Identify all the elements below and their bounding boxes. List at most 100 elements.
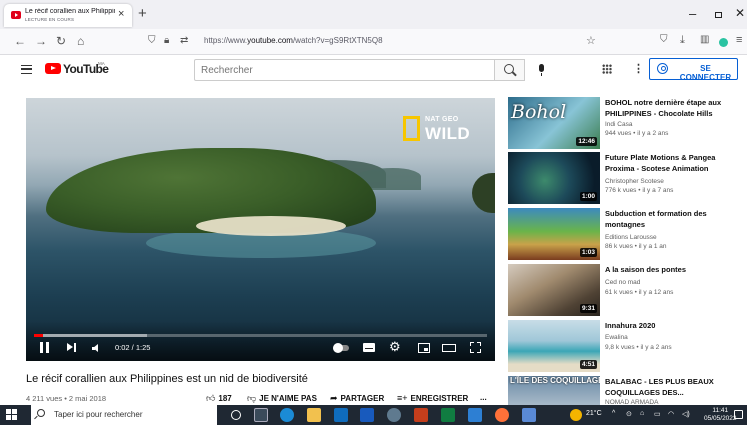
tray-apps-icon[interactable]: ⊙ xyxy=(626,410,632,418)
video-player[interactable]: NAT GEO WILD 0:02 / 1:25 ⚙ xyxy=(26,98,495,361)
recommendation-thumbnail[interactable]: 1:00 xyxy=(508,152,600,204)
bookmark-star-icon[interactable]: ☆ xyxy=(586,34,596,47)
tray-volume-icon[interactable]: ◁) xyxy=(682,410,690,418)
address-bar[interactable]: ⛉ 🔒︎ ⇄ https://www.youtube.com/watch?v=g… xyxy=(144,32,606,52)
hamburger-menu-icon[interactable] xyxy=(21,65,32,74)
recommendation-title[interactable]: Innahura 2020 xyxy=(605,320,740,331)
search-button[interactable] xyxy=(495,59,525,81)
taskbar-clock[interactable]: 11:41 05/05/2022 xyxy=(704,407,737,423)
powerpoint-icon[interactable] xyxy=(414,408,428,422)
recommendation-channel[interactable]: Christopher Scotese xyxy=(605,178,664,185)
theater-mode-icon[interactable] xyxy=(442,344,456,352)
weather-sun-icon[interactable] xyxy=(570,409,582,421)
weather-temperature[interactable]: 21°C xyxy=(586,410,602,417)
taskbar-search-box[interactable]: Taper ici pour rechercher xyxy=(31,405,217,425)
app-icon[interactable] xyxy=(468,408,482,422)
forward-arrow-icon[interactable]: → xyxy=(35,34,47,48)
excel-icon[interactable] xyxy=(441,408,455,422)
duration-badge: 4:51 xyxy=(579,360,597,369)
recommendation-title[interactable]: Subduction et formation des montagnes xyxy=(605,208,740,230)
recommendation-channel[interactable]: Indi Casa xyxy=(605,121,632,128)
permissions-icon[interactable]: ⇄ xyxy=(180,35,188,46)
tray-arrow-icon[interactable]: ^ xyxy=(612,410,615,417)
save-button[interactable]: ≡+ ENREGISTRER xyxy=(397,393,468,403)
recommendation-item[interactable]: Bohol 12:46 BOHOL notre dernière étape a… xyxy=(508,97,738,154)
progress-bar[interactable] xyxy=(34,334,487,337)
tray-battery-icon[interactable]: ▭ xyxy=(654,410,661,418)
subtitles-icon[interactable] xyxy=(363,343,375,352)
time-display: 0:02 / 1:25 xyxy=(115,343,151,352)
like-button[interactable]: 👍︎ 187 xyxy=(206,393,232,404)
recommendation-thumbnail[interactable]: 9:31 xyxy=(508,264,600,316)
new-tab-button[interactable]: + xyxy=(138,5,147,22)
windows-start-icon[interactable] xyxy=(6,409,18,421)
recommendation-thumbnail[interactable]: 1:03 xyxy=(508,208,600,260)
recommendation-item[interactable]: 1:00 Future Plate Motions & Pangea Proxi… xyxy=(508,152,738,209)
cortana-icon[interactable] xyxy=(231,410,241,420)
sign-in-button[interactable]: SE CONNECTER xyxy=(649,58,738,82)
extension-icon[interactable] xyxy=(719,38,728,47)
home-icon[interactable]: ⌂ xyxy=(77,34,84,48)
youtube-header: YouTube MA ⋮ SE CONNECTER xyxy=(0,55,747,85)
microphone-icon[interactable] xyxy=(539,64,544,76)
browser-tab-strip: Le récif corallien aux Philippines LECTU… xyxy=(0,0,747,29)
app-menu-icon[interactable]: ≡ xyxy=(736,34,742,46)
share-button[interactable]: ➦ PARTAGER xyxy=(330,393,384,404)
thumbs-down-icon: 👎︎ xyxy=(247,393,257,403)
recommendation-thumbnail[interactable]: Bohol 12:46 xyxy=(508,97,600,149)
photos-icon[interactable] xyxy=(522,408,536,422)
mail-icon[interactable] xyxy=(334,408,348,422)
file-explorer-icon[interactable] xyxy=(307,408,321,422)
tab-close-icon[interactable]: × xyxy=(118,8,124,20)
recommendation-title[interactable]: Future Plate Motions & Pangea Proxima - … xyxy=(605,152,740,174)
thumbnail-caption: L'ÎLE DES COQUILLAGES xyxy=(510,376,600,385)
search-input[interactable] xyxy=(195,60,485,80)
channel-watermark-line2: WILD xyxy=(425,124,471,143)
window-maximize-button[interactable] xyxy=(715,12,722,18)
back-arrow-icon[interactable]: ← xyxy=(14,34,26,48)
notification-icon[interactable] xyxy=(734,410,743,419)
next-video-icon[interactable] xyxy=(67,343,76,352)
recommendation-views: 61 k vues • il y a 12 ans xyxy=(605,289,674,296)
share-arrow-icon: ➦ xyxy=(330,393,338,403)
task-view-icon[interactable] xyxy=(254,408,268,422)
pocket-icon[interactable]: ⛉ xyxy=(660,34,668,45)
more-options-icon[interactable]: ⋮ xyxy=(633,62,644,75)
recommendation-channel[interactable]: Ewalina xyxy=(605,334,628,341)
recommendation-title[interactable]: BOHOL notre dernière étape aux PHILIPPIN… xyxy=(605,97,740,119)
download-icon[interactable]: ⤓ xyxy=(680,34,685,47)
media-app-icon[interactable] xyxy=(387,408,401,422)
recommendation-channel[interactable]: Editions Larousse xyxy=(605,234,657,241)
shield-icon[interactable]: ⛉ xyxy=(148,35,156,46)
youtube-logo-icon[interactable] xyxy=(45,63,61,74)
edge-browser-icon[interactable] xyxy=(280,408,294,422)
miniplayer-icon[interactable] xyxy=(418,343,430,353)
recommendation-item[interactable]: 9:31 A la saison des pontes Ced no mad 6… xyxy=(508,264,738,321)
pause-icon[interactable] xyxy=(40,342,49,353)
volume-icon[interactable] xyxy=(92,344,100,352)
recommendation-title[interactable]: A la saison des pontes xyxy=(605,264,740,275)
fullscreen-icon[interactable] xyxy=(470,342,481,353)
firefox-icon[interactable] xyxy=(495,408,509,422)
recommendation-title[interactable]: BALABAC - LES PLUS BEAUX COQUILLAGES DES… xyxy=(605,376,740,398)
settings-gear-icon[interactable]: ⚙ xyxy=(389,340,401,353)
window-close-button[interactable]: ✕ xyxy=(735,6,745,20)
autoplay-toggle-icon[interactable] xyxy=(333,343,349,353)
url-text[interactable]: https://www.youtube.com/watch?v=gS9RtXTN… xyxy=(204,36,383,45)
library-icon[interactable]: ▥ xyxy=(700,34,709,45)
word-icon[interactable] xyxy=(360,408,374,422)
more-actions-button[interactable]: ... xyxy=(480,393,487,402)
dislike-button[interactable]: 👎︎ JE N'AIME PAS xyxy=(247,393,317,404)
tray-wifi-icon[interactable]: ◠ xyxy=(668,410,674,418)
recommendation-channel[interactable]: Ced no mad xyxy=(605,279,640,286)
reload-icon[interactable]: ↻ xyxy=(56,34,66,48)
apps-grid-icon[interactable] xyxy=(602,64,612,74)
nat-geo-logo-icon xyxy=(403,116,420,141)
lock-icon[interactable]: 🔒︎ xyxy=(164,35,169,46)
tray-network-icon[interactable]: ⌂ xyxy=(640,410,644,417)
browser-tab[interactable]: Le récif corallien aux Philippines LECTU… xyxy=(4,4,132,27)
recommendation-item[interactable]: 1:03 Subduction et formation des montagn… xyxy=(508,208,738,265)
recommendation-item[interactable]: 4:51 Innahura 2020 Ewalina 9,8 k vues • … xyxy=(508,320,738,377)
window-minimize-button[interactable]: – xyxy=(689,6,696,21)
recommendation-thumbnail[interactable]: 4:51 xyxy=(508,320,600,372)
